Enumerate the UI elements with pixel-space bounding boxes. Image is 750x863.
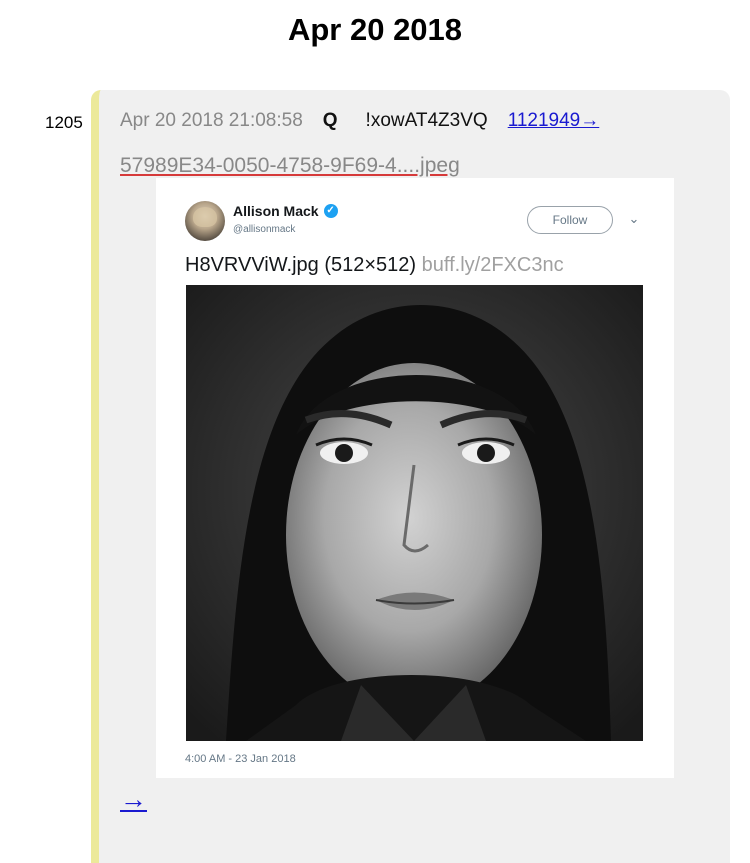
post-number: 1205 [45,113,83,132]
tweet-author-name-text: Allison Mack [233,203,319,219]
avatar [185,201,225,241]
post-meta: Apr 20 2018 21:08:58 Q !xowAT4Z3VQ 11219… [120,110,599,132]
page-title: Apr 20 2018 [287,12,463,47]
tweet-author-name: Allison Mack ✓ [233,203,338,219]
tweet-timestamp: 4:00 AM - 23 Jan 2018 [185,753,296,765]
next-arrow-link[interactable]: → [120,784,147,815]
post-date: Apr 20 2018 21:08:58 [120,110,303,131]
tweet-text-file: H8VRVViW.jpg (512×512) [185,254,417,276]
attachment-file-link[interactable]: 57989E34-0050-4758-9F69-4....jpeg [120,154,460,178]
follow-button: Follow [527,206,613,234]
chevron-down-icon: ⌄ [628,211,640,226]
portrait-photo [186,285,643,741]
tweet-text: H8VRVViW.jpg (512×512) buff.ly/2FXC3nc [185,254,564,277]
post-reference-link[interactable]: 1121949→ [508,110,600,132]
poster-name: Q [322,110,338,131]
tweet-text-link: buff.ly/2FXC3nc [421,254,564,276]
tweet-author-handle: @allisonmack [233,224,296,235]
attached-tweet-screenshot[interactable]: Allison Mack ✓ @allisonmack Follow ⌄ H8V… [156,178,674,778]
verified-badge-icon: ✓ [323,204,338,218]
poster-tripcode: !xowAT4Z3VQ [365,110,488,131]
